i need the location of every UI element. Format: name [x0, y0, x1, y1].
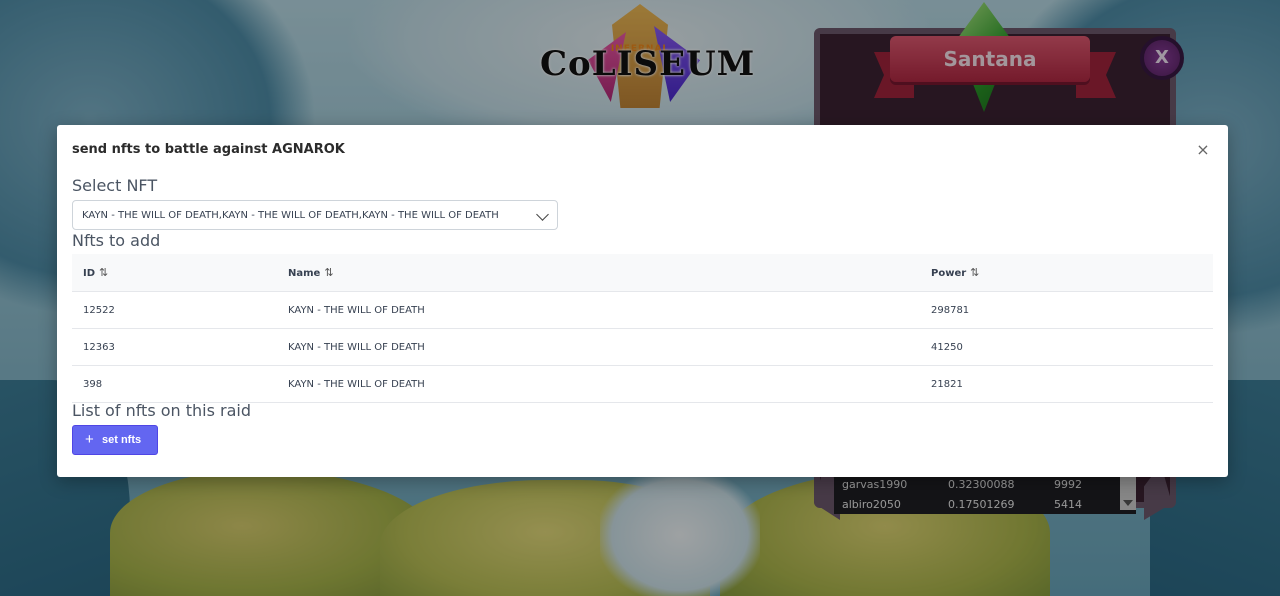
- header-id-label: ID: [83, 268, 96, 279]
- table-row[interactable]: 12522 KAYN - THE WILL OF DEATH 298781: [72, 292, 1213, 329]
- header-id[interactable]: ID ⇅: [83, 266, 108, 279]
- sort-icon[interactable]: ⇅: [324, 266, 333, 279]
- plus-icon: +: [85, 431, 94, 448]
- nfts-to-add-label: Nfts to add: [72, 231, 161, 250]
- header-name[interactable]: Name ⇅: [288, 266, 334, 279]
- table-header: ID ⇅ Name ⇅ Power ⇅: [72, 254, 1213, 292]
- cell-power: 21821: [931, 379, 963, 390]
- send-nfts-modal: send nfts to battle against AGNAROK × Se…: [57, 125, 1228, 477]
- sort-icon[interactable]: ⇅: [99, 266, 108, 279]
- nft-select-value: KAYN - THE WILL OF DEATH,KAYN - THE WILL…: [82, 210, 499, 221]
- sort-icon[interactable]: ⇅: [970, 266, 979, 279]
- set-nfts-label: set nfts: [102, 434, 142, 446]
- select-nft-label: Select NFT: [72, 176, 158, 195]
- cell-id: 12363: [83, 342, 115, 353]
- table-row[interactable]: 12363 KAYN - THE WILL OF DEATH 41250: [72, 329, 1213, 366]
- header-power[interactable]: Power ⇅: [931, 266, 979, 279]
- cell-name: KAYN - THE WILL OF DEATH: [288, 305, 425, 316]
- nft-select-dropdown[interactable]: KAYN - THE WILL OF DEATH,KAYN - THE WILL…: [72, 200, 558, 230]
- header-power-label: Power: [931, 268, 967, 279]
- nfts-table: ID ⇅ Name ⇅ Power ⇅ 12522 KAYN - THE WILL O…: [72, 254, 1213, 403]
- header-name-label: Name: [288, 268, 321, 279]
- cell-id: 12522: [83, 305, 115, 316]
- chevron-down-icon: [536, 208, 549, 221]
- cell-id: 398: [83, 379, 103, 390]
- table-row[interactable]: 398 KAYN - THE WILL OF DEATH 21821: [72, 366, 1213, 403]
- cell-name: KAYN - THE WILL OF DEATH: [288, 379, 425, 390]
- modal-title: send nfts to battle against AGNAROK: [72, 142, 345, 157]
- close-icon[interactable]: ×: [1193, 140, 1213, 160]
- cell-power: 41250: [931, 342, 963, 353]
- raid-list-label: List of nfts on this raid: [72, 401, 252, 420]
- set-nfts-button[interactable]: + set nfts: [72, 425, 158, 455]
- cell-power: 298781: [931, 305, 970, 316]
- cell-name: KAYN - THE WILL OF DEATH: [288, 342, 425, 353]
